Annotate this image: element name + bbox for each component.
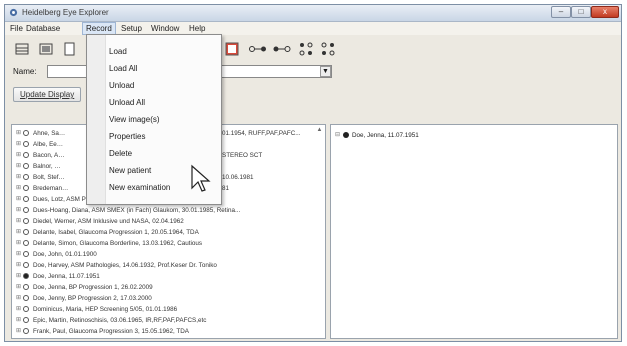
patient-row-label: Doe, Harvey, ASM Pathologies, 14.06.1932… (33, 262, 217, 269)
patient-node-icon (23, 185, 29, 191)
update-display-label: Update Display (20, 90, 75, 99)
link-node-alt-icon[interactable] (271, 39, 293, 59)
menu-item-delete[interactable]: Delete (109, 147, 132, 161)
patient-row-label: Doe, Jenna, 11.07.1951 (33, 273, 100, 280)
menu-window[interactable]: Window (148, 23, 182, 34)
menu-item-new-examination[interactable]: New examination (109, 181, 170, 195)
patient-node-icon (23, 306, 29, 312)
collapse-icon[interactable]: ⊟ (335, 131, 341, 140)
patient-node-icon (23, 251, 29, 257)
patient-row-label: Balnor, … (33, 163, 61, 170)
expand-icon[interactable]: ⊞ (16, 283, 22, 292)
expand-icon[interactable]: ⊞ (16, 316, 22, 325)
chevron-down-icon[interactable]: ▼ (320, 66, 331, 77)
menu-help[interactable]: Help (186, 23, 208, 34)
grid-node-alt-icon[interactable] (317, 39, 339, 59)
grid-node-icon[interactable] (295, 39, 317, 59)
patient-node-icon (23, 130, 29, 136)
expand-icon[interactable]: ⊞ (16, 151, 22, 160)
scroll-up-icon[interactable]: ▲ (315, 126, 324, 135)
expand-icon[interactable]: ⊞ (16, 228, 22, 237)
patient-row-label: Dominicus, Maria, HEP Screening 5/05, 01… (33, 306, 178, 313)
patient-row-label: Ahne, Sa… (33, 130, 66, 137)
title-bar[interactable]: Heidelberg Eye Explorer – □ x (5, 5, 621, 22)
expand-icon[interactable]: ⊞ (16, 129, 22, 138)
menu-item-new-patient[interactable]: New patient (109, 164, 151, 178)
patient-row-label: Bacon, A… (33, 152, 65, 159)
menu-item-load[interactable]: Load (109, 45, 127, 59)
patient-row-label: Frank, Paul, Glaucoma Progression 3, 15.… (33, 328, 189, 335)
patient-node-icon (23, 163, 29, 169)
patient-node-icon (23, 229, 29, 235)
patient-node-icon (23, 295, 29, 301)
patient-row-label: Epic, Martin, Retinoschisis, 03.06.1965,… (33, 317, 207, 324)
link-node-icon[interactable] (247, 39, 269, 59)
patient-node-icon (23, 174, 29, 180)
patient-node-icon (23, 196, 29, 202)
patient-node-icon (23, 207, 29, 213)
exam-row-label: Doe, Jenna, 11.07.1951 (352, 132, 419, 139)
patient-node-icon (23, 328, 29, 334)
patient-row-label: Doe, John, 01.01.1900 (33, 251, 97, 258)
patient-node-icon (343, 132, 349, 138)
patient-node-icon (23, 262, 29, 268)
patient-row-label: Albe, Ee… (33, 141, 64, 148)
patient-row-suffix: 10.06.1981 (222, 174, 254, 181)
minimize-button[interactable]: – (551, 6, 571, 18)
expand-icon[interactable]: ⊞ (16, 206, 22, 215)
expand-icon[interactable]: ⊞ (16, 195, 22, 204)
expand-icon[interactable]: ⊞ (16, 305, 22, 314)
expand-icon[interactable]: ⊞ (16, 217, 22, 226)
patient-row-suffix: STEREO SCT (222, 152, 263, 159)
patient-row-suffix: 01.1954, RUFF,PAF,PAFC... (222, 130, 301, 137)
database-stack-icon[interactable] (35, 39, 57, 59)
window-title: Heidelberg Eye Explorer (22, 8, 109, 17)
expand-icon[interactable]: ⊞ (16, 173, 22, 182)
patient-node-icon (23, 273, 29, 279)
menu-item-unload-all[interactable]: Unload All (109, 96, 145, 110)
mouse-cursor-icon (191, 164, 211, 192)
menu-item-unload[interactable]: Unload (109, 79, 134, 93)
menu-item-view-images[interactable]: View image(s) (109, 113, 160, 127)
expand-icon[interactable]: ⊞ (16, 184, 22, 193)
app-window: Heidelberg Eye Explorer – □ x File Datab… (4, 4, 622, 342)
document-icon[interactable] (59, 39, 81, 59)
patient-node-icon (23, 141, 29, 147)
expand-icon[interactable]: ⊞ (16, 140, 22, 149)
patient-row-label: Diedel, Werner, ASM Inklusive und NASA, … (33, 218, 184, 225)
database-icon[interactable] (11, 39, 33, 59)
patient-row-label: Doe, Jenny, BP Progression 2, 17.03.2000 (33, 295, 152, 302)
patient-row-label: Doe, Jenna, BP Progression 1, 26.02.2009 (33, 284, 153, 291)
patient-node-icon (23, 240, 29, 246)
expand-icon[interactable]: ⊞ (16, 294, 22, 303)
expand-icon[interactable]: ⊞ (16, 261, 22, 270)
patient-node-icon (23, 317, 29, 323)
expand-icon[interactable]: ⊞ (16, 250, 22, 259)
menu-item-properties[interactable]: Properties (109, 130, 145, 144)
patient-row-suffix: 81 (222, 185, 230, 192)
menu-setup[interactable]: Setup (118, 23, 145, 34)
app-eye-icon (9, 8, 18, 17)
expand-icon[interactable]: ⊞ (16, 272, 22, 281)
expand-icon[interactable]: ⊞ (16, 327, 22, 336)
update-display-button[interactable]: Update Display (13, 87, 82, 102)
patient-node-icon (23, 152, 29, 158)
patient-node-icon (23, 218, 29, 224)
patient-row-label: Bredeman… (33, 185, 69, 192)
patient-row-label: Bolt, Stef… (33, 174, 65, 181)
expand-icon[interactable]: ⊞ (16, 239, 22, 248)
menu-gutter (87, 35, 106, 204)
close-button[interactable]: x (591, 6, 619, 18)
name-label: Name: (13, 67, 37, 76)
expand-icon[interactable]: ⊞ (16, 162, 22, 171)
patient-row-label: Delante, Simon, Glaucoma Borderline, 13.… (33, 240, 203, 247)
patient-row-label: Dues-Hoang, Diana, ASM SMEX (in Fach) Gl… (33, 207, 241, 214)
examination-pane[interactable]: ⊟ Doe, Jenna, 11.07.1951 (330, 124, 618, 339)
menu-item-load-all[interactable]: Load All (109, 62, 137, 76)
exam-icon[interactable] (221, 39, 243, 59)
patient-node-icon (23, 284, 29, 290)
maximize-button[interactable]: □ (571, 6, 591, 18)
menu-database[interactable]: Database (23, 23, 63, 34)
patient-row-label: Delante, Isabel, Glaucoma Progression 1,… (33, 229, 199, 236)
